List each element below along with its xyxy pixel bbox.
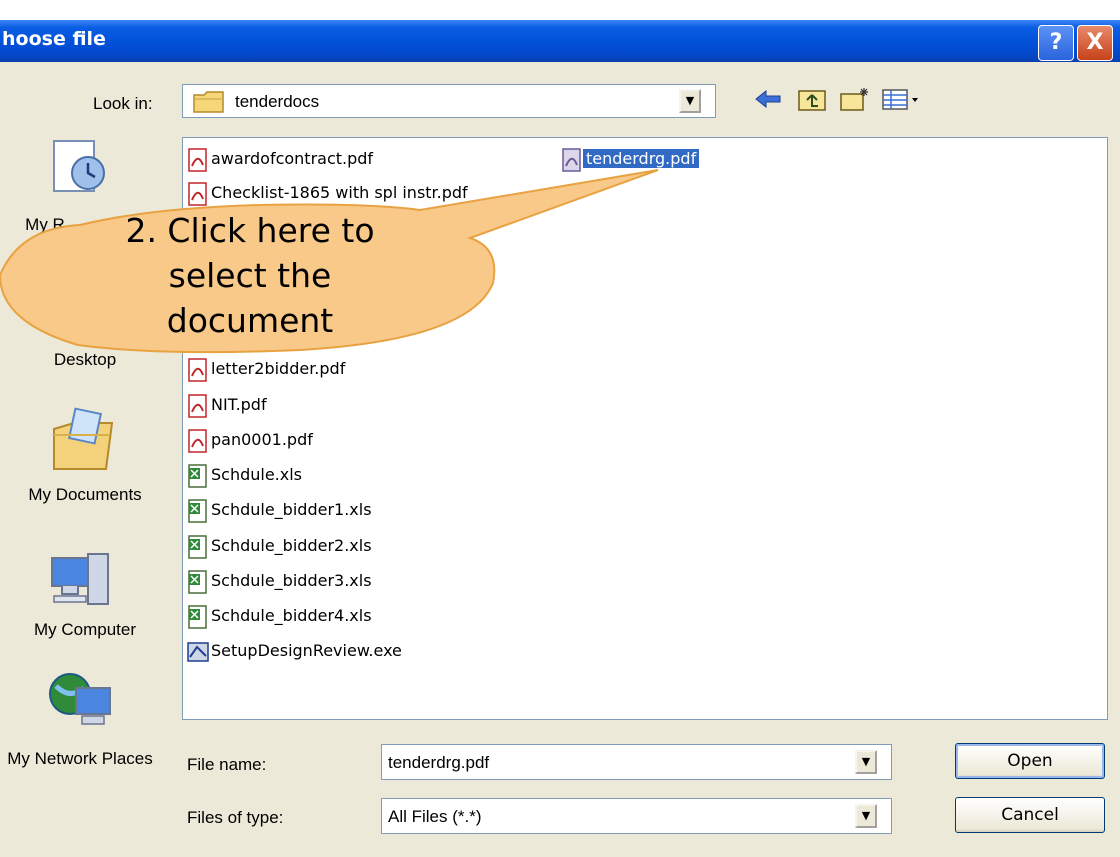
pdf-file-icon: [188, 394, 207, 418]
folder-icon: [193, 91, 224, 113]
pdf-file-icon: [562, 148, 581, 172]
my-computer-icon[interactable]: [48, 550, 114, 610]
file-name-field[interactable]: tenderdrg.pdf ▼: [381, 744, 892, 780]
callout-line-2: select the: [168, 256, 332, 295]
file-type-label: Files of type:: [187, 808, 284, 827]
look-in-value: tenderdocs: [235, 92, 320, 111]
title-bar: [0, 20, 1120, 62]
file-type-value: All Files (*.*): [388, 807, 482, 826]
network-places-icon[interactable]: [48, 670, 114, 734]
excel-file-icon: [188, 535, 207, 559]
window-title: hoose file: [2, 28, 106, 50]
excel-file-icon: [188, 464, 207, 488]
excel-file-icon: [188, 499, 207, 523]
view-menu-icon[interactable]: [880, 86, 922, 112]
look-in-dropdown-button[interactable]: ▼: [679, 89, 701, 113]
help-button[interactable]: ?: [1038, 25, 1074, 61]
open-button[interactable]: Open: [955, 743, 1105, 779]
pdf-file-icon: [188, 358, 207, 382]
pdf-file-icon: [188, 429, 207, 453]
file-name-dropdown-button[interactable]: ▼: [855, 750, 877, 774]
file-type-select[interactable]: All Files (*.*) ▼: [381, 798, 892, 834]
place-label-desktop[interactable]: Desktop: [0, 350, 170, 370]
excel-file-icon: [188, 605, 207, 629]
cancel-button[interactable]: Cancel: [955, 797, 1105, 833]
pdf-file-icon: [188, 182, 207, 206]
place-label-my-documents[interactable]: My Documents: [0, 485, 170, 505]
exe-file-icon: [187, 642, 209, 662]
recent-documents-icon[interactable]: [48, 137, 110, 197]
file-name-value: tenderdrg.pdf: [388, 753, 490, 772]
file-name-label: File name:: [187, 755, 267, 774]
look-in-combo[interactable]: tenderdocs ▼: [182, 84, 716, 118]
up-folder-icon[interactable]: [796, 86, 828, 112]
new-folder-icon[interactable]: [838, 86, 870, 112]
close-button[interactable]: X: [1077, 25, 1113, 61]
file-type-dropdown-button[interactable]: ▼: [855, 804, 877, 828]
place-label-my-computer[interactable]: My Computer: [0, 620, 170, 640]
back-arrow-icon[interactable]: [752, 86, 784, 112]
callout-line-3: document: [166, 301, 334, 340]
my-documents-icon[interactable]: [50, 405, 116, 475]
place-label-network[interactable]: My Network Places: [0, 749, 160, 769]
pdf-file-icon: [188, 148, 207, 172]
callout-line-1: 2. Click here to: [125, 211, 375, 250]
callout-text: 2. Click here to select the document: [90, 208, 410, 343]
excel-file-icon: [188, 570, 207, 594]
look-in-label: Look in:: [93, 94, 153, 113]
